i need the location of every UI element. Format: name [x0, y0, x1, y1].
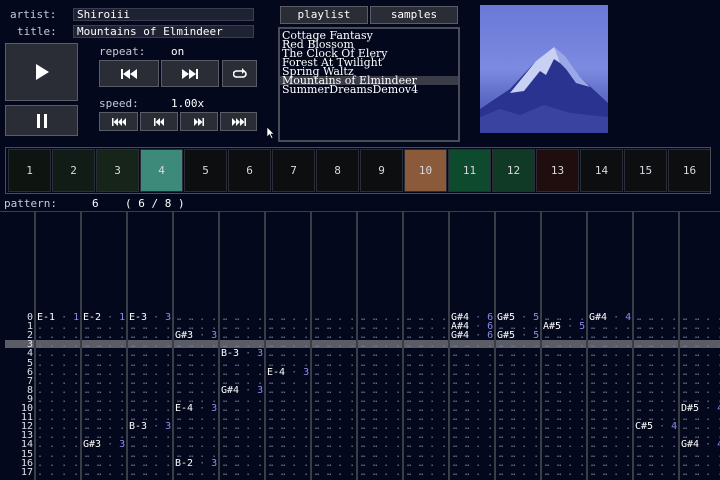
- note-cell[interactable]: C#5 · 4: [635, 421, 678, 433]
- note-separator: ·: [239, 348, 258, 360]
- note-separator: ·: [607, 312, 626, 323]
- note-separator: ·: [147, 312, 166, 323]
- note-separator: ·: [193, 457, 212, 469]
- note-instrument: 3: [165, 421, 172, 433]
- note-cell[interactable]: E-4 · 3: [175, 403, 218, 414]
- note-instrument: 3: [303, 366, 310, 378]
- note-pitch: G#5: [497, 312, 516, 323]
- note-instrument: 4: [671, 421, 678, 433]
- note-pitch: G#3: [83, 439, 102, 451]
- note-pitch: G#4: [221, 384, 240, 396]
- note-cell[interactable]: G#4 · 3: [221, 384, 264, 396]
- note-instrument: 3: [211, 330, 218, 342]
- note-pitch: C#5: [635, 421, 654, 433]
- note-cell[interactable]: B-2 · 3: [175, 457, 218, 469]
- note-pitch: A#5: [543, 321, 562, 333]
- note-separator: ·: [101, 439, 120, 451]
- note-separator: ·: [55, 312, 74, 323]
- tracker-grid[interactable]: 0. . . . . .. . . . . .. . . . . .. . . …: [0, 0, 720, 480]
- pattern-bar-frame: [5, 147, 711, 194]
- note-pitch: D#5: [681, 403, 700, 414]
- note-separator: ·: [515, 330, 534, 342]
- note-pitch: G#5: [497, 330, 516, 342]
- channel-divider: [34, 212, 36, 480]
- note-pitch: G#3: [175, 330, 194, 342]
- note-separator: ·: [699, 403, 718, 414]
- note-separator: ·: [653, 421, 672, 433]
- note-cell[interactable]: G#4 · 6: [451, 330, 494, 342]
- note-pitch: E-1: [37, 312, 56, 323]
- note-pitch: G#4: [589, 312, 608, 323]
- note-pitch: E-2: [83, 312, 102, 323]
- note-pitch: B-2: [175, 457, 194, 469]
- note-separator: ·: [193, 330, 212, 342]
- note-cell[interactable]: B-3 · 3: [129, 421, 172, 433]
- tracker-top-border: [0, 211, 720, 212]
- note-cell[interactable]: E-1 · 1: [37, 312, 80, 323]
- note-cell[interactable]: A#5 · 5: [543, 321, 586, 333]
- note-cell[interactable]: E-4 · 3: [267, 366, 310, 378]
- note-cell[interactable]: G#4 · 4: [681, 439, 720, 451]
- note-separator: ·: [193, 403, 212, 414]
- note-instrument: 4: [625, 312, 632, 323]
- note-cell[interactable]: D#5 · 4: [681, 403, 720, 414]
- note-separator: ·: [285, 366, 304, 378]
- note-instrument: 1: [119, 312, 126, 323]
- note-separator: ·: [239, 384, 258, 396]
- note-separator: ·: [561, 321, 580, 333]
- note-pitch: E-4: [175, 403, 194, 414]
- note-instrument: 1: [73, 312, 80, 323]
- note-instrument: 3: [257, 348, 264, 360]
- note-separator: ·: [469, 330, 488, 342]
- note-instrument: 3: [211, 457, 218, 469]
- note-separator: ·: [699, 439, 718, 451]
- note-cell[interactable]: G#3 · 3: [83, 439, 126, 451]
- note-cell[interactable]: G#4 · 4: [589, 312, 632, 323]
- note-separator: ·: [147, 421, 166, 433]
- note-instrument: 3: [257, 384, 264, 396]
- note-cell[interactable]: G#5 · 5: [497, 312, 540, 323]
- note-instrument: 5: [533, 312, 540, 323]
- note-pitch: B-3: [129, 421, 148, 433]
- note-pitch: E-4: [267, 366, 286, 378]
- note-cell[interactable]: G#5 · 5: [497, 330, 540, 342]
- note-cell[interactable]: E-2 · 1: [83, 312, 126, 323]
- note-instrument: 5: [533, 330, 540, 342]
- note-instrument: 6: [487, 330, 494, 342]
- note-separator: ·: [515, 312, 534, 323]
- empty-cell[interactable]: . . . . . .: [681, 467, 720, 477]
- note-pitch: E-3: [129, 312, 148, 323]
- note-separator: ·: [101, 312, 120, 323]
- note-pitch: G#4: [451, 330, 470, 342]
- note-cell[interactable]: E-3 · 3: [129, 312, 172, 323]
- row-number: 17: [20, 466, 33, 478]
- note-instrument: 3: [119, 439, 126, 451]
- note-pitch: G#4: [681, 439, 700, 451]
- note-pitch: B-3: [221, 348, 240, 360]
- note-instrument: 3: [211, 403, 218, 414]
- note-instrument: 5: [579, 321, 586, 333]
- note-cell[interactable]: B-3 · 3: [221, 348, 264, 360]
- note-instrument: 3: [165, 312, 172, 323]
- note-cell[interactable]: G#3 · 3: [175, 330, 218, 342]
